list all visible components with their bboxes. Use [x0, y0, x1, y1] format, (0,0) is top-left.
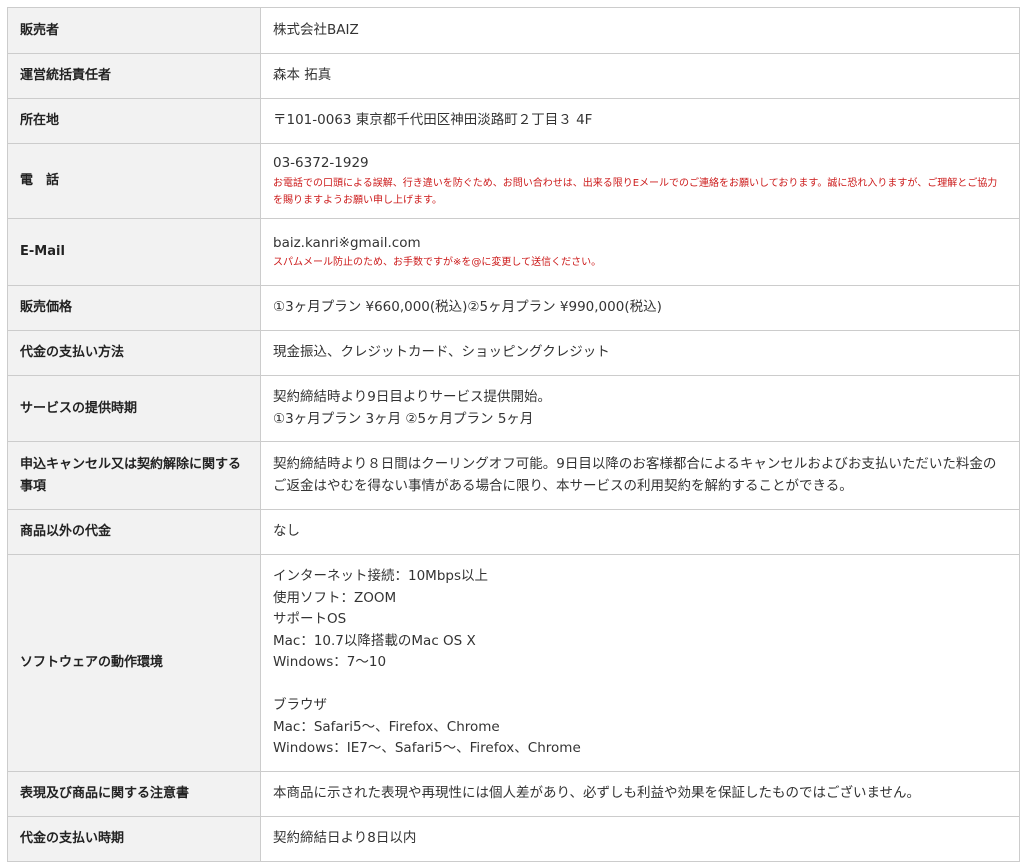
row-label-price: 販売価格 — [7, 285, 261, 331]
software-env-line: Mac：Safari5～、Firefox、Chrome — [273, 718, 500, 735]
table-row: ソフトウェアの動作環境 インターネット接続：10Mbps以上 使用ソフト：ZOO… — [7, 554, 1020, 772]
row-label-address: 所在地 — [7, 98, 261, 144]
service-period-line: ①3ヶ月プラン 3ヶ月 ②5ヶ月プラン 5ヶ月 — [273, 410, 534, 427]
row-label-other-fees: 商品以外の代金 — [7, 509, 261, 555]
software-env-line: Windows：IE7～、Safari5～、Firefox、Chrome — [273, 740, 581, 757]
email-note: スパムメール防止のため、お手数ですが※を@に変更して送信ください。 — [273, 257, 602, 269]
row-value-software-env: インターネット接続：10Mbps以上 使用ソフト：ZOOM サポートOS Mac… — [260, 554, 1020, 772]
row-value-service-period: 契約締結時より9日目よりサービス提供開始。 ①3ヶ月プラン 3ヶ月 ②5ヶ月プラ… — [260, 375, 1020, 442]
row-value-manager: 森本 拓真 — [260, 53, 1020, 99]
row-value-cancellation: 契約締結時より８日間はクーリングオフ可能。9日目以降のお客様都合によるキャンセル… — [260, 441, 1020, 510]
software-env-line: サポートOS — [273, 611, 347, 628]
email-address: baiz.kanri※gmail.com — [273, 234, 421, 251]
row-label-service-period: サービスの提供時期 — [7, 375, 261, 442]
row-label-payment-timing: 代金の支払い時期 — [7, 816, 261, 862]
row-label-phone: 電 話 — [7, 143, 261, 219]
table-row: 表現及び商品に関する注意書 本商品に示された表現や再現性には個人差があり、必ずし… — [7, 771, 1020, 817]
phone-number: 03-6372-1929 — [273, 155, 369, 172]
commerce-law-table: 販売者 株式会社BAIZ 運営統括責任者 森本 拓真 所在地 〒101-0063… — [7, 7, 1020, 862]
phone-note: お電話での口頭による誤解、行き違いを防ぐため、お問い合わせは、出来る限りEメール… — [273, 177, 998, 206]
table-row: 申込キャンセル又は契約解除に関する事項 契約締結時より８日間はクーリングオフ可能… — [7, 441, 1020, 510]
table-row: 販売価格 ①3ヶ月プラン ¥660,000(税込)②5ヶ月プラン ¥990,00… — [7, 285, 1020, 331]
row-value-address: 〒101-0063 東京都千代田区神田淡路町２丁目３ 4F — [260, 98, 1020, 144]
row-label-cancellation: 申込キャンセル又は契約解除に関する事項 — [7, 441, 261, 510]
table-row: E-Mail baiz.kanri※gmail.com スパムメール防止のため、… — [7, 218, 1020, 286]
software-env-line: ブラウザ — [273, 697, 327, 714]
table-row: 所在地 〒101-0063 東京都千代田区神田淡路町２丁目３ 4F — [7, 98, 1020, 144]
row-value-payment-timing: 契約締結日より8日以内 — [260, 816, 1020, 862]
table-row: 運営統括責任者 森本 拓真 — [7, 53, 1020, 99]
software-env-line: 使用ソフト：ZOOM — [273, 589, 397, 606]
row-value-phone: 03-6372-1929 お電話での口頭による誤解、行き違いを防ぐため、お問い合… — [260, 143, 1020, 219]
table-row: 電 話 03-6372-1929 お電話での口頭による誤解、行き違いを防ぐため、… — [7, 143, 1020, 219]
row-label-software-env: ソフトウェアの動作環境 — [7, 554, 261, 772]
service-period-line: 契約締結時より9日目よりサービス提供開始。 — [273, 389, 552, 405]
row-value-disclaimer: 本商品に示された表現や再現性には個人差があり、必ずしも利益や効果を保証したもので… — [260, 771, 1020, 817]
row-label-manager: 運営統括責任者 — [7, 53, 261, 99]
software-env-line: Mac：10.7以降搭載のMac OS X — [273, 632, 476, 649]
row-value-other-fees: なし — [260, 509, 1020, 555]
row-value-payment-method: 現金振込、クレジットカード、ショッピングクレジット — [260, 330, 1020, 376]
row-label-disclaimer: 表現及び商品に関する注意書 — [7, 771, 261, 817]
row-value-email: baiz.kanri※gmail.com スパムメール防止のため、お手数ですが※… — [260, 218, 1020, 286]
row-value-price: ①3ヶ月プラン ¥660,000(税込)②5ヶ月プラン ¥990,000(税込) — [260, 285, 1020, 331]
row-label-payment-method: 代金の支払い方法 — [7, 330, 261, 376]
table-row: 代金の支払い方法 現金振込、クレジットカード、ショッピングクレジット — [7, 330, 1020, 376]
software-env-line — [273, 674, 1007, 696]
row-value-seller: 株式会社BAIZ — [260, 7, 1020, 54]
row-label-email: E-Mail — [7, 218, 261, 286]
table-row: サービスの提供時期 契約締結時より9日目よりサービス提供開始。 ①3ヶ月プラン … — [7, 375, 1020, 442]
table-row: 販売者 株式会社BAIZ — [7, 7, 1020, 54]
software-env-line: インターネット接続：10Mbps以上 — [273, 568, 488, 585]
table-row: 代金の支払い時期 契約締結日より8日以内 — [7, 816, 1020, 862]
table-row: 商品以外の代金 なし — [7, 509, 1020, 555]
row-label-seller: 販売者 — [7, 7, 261, 54]
software-env-line: Windows：7～10 — [273, 654, 387, 671]
